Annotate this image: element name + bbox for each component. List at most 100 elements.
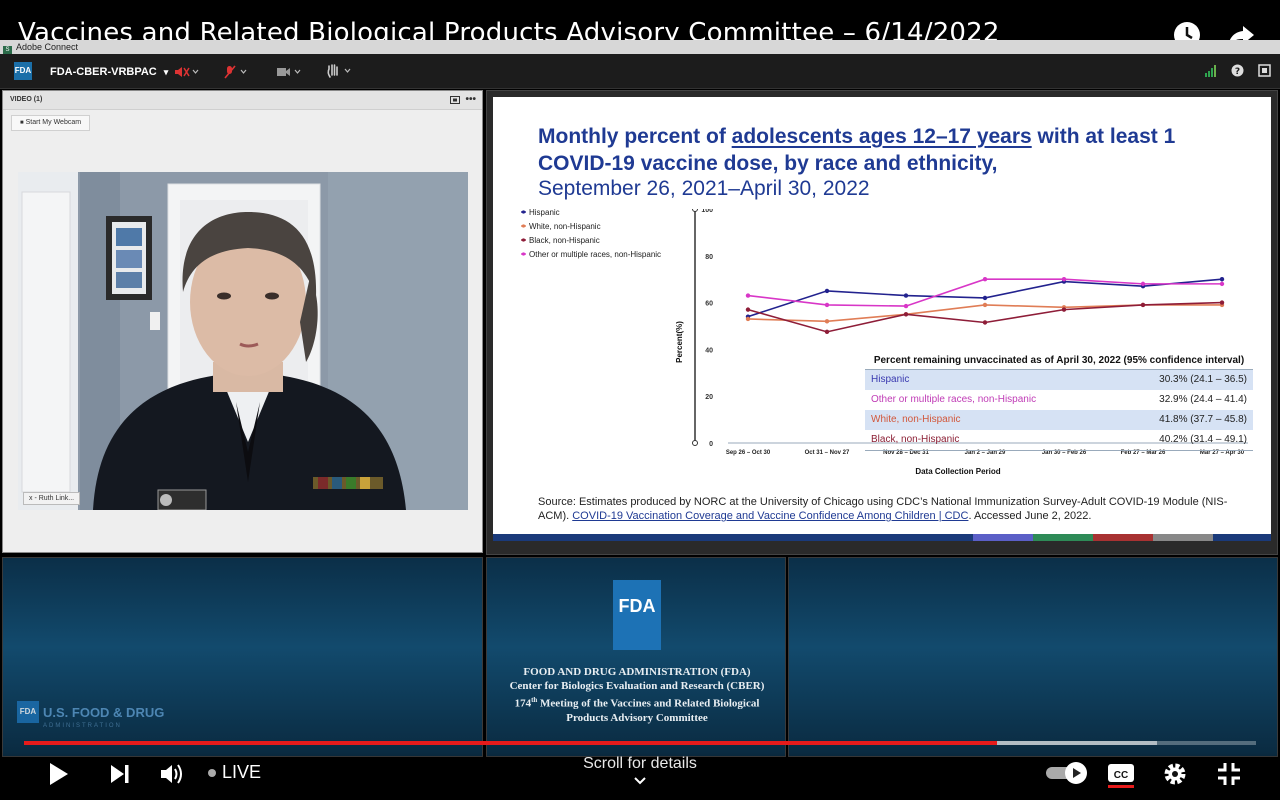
microphone-off-icon[interactable] xyxy=(224,65,252,79)
data-point xyxy=(982,320,988,325)
data-point xyxy=(1140,281,1146,287)
room-name-menu[interactable]: FDA-CBER-VRBPAC ▾ xyxy=(50,66,168,78)
svg-text:?: ? xyxy=(1235,67,1240,77)
fullscreen-pod-icon[interactable] xyxy=(1258,64,1271,77)
legend-marker xyxy=(521,224,526,228)
fda-room-badge: FDA xyxy=(14,62,32,80)
slide-subtitle: September 26, 2021–April 30, 2022 xyxy=(538,177,870,200)
table-row: Hispanic 30.3% (24.1 – 36.5) xyxy=(865,370,1253,390)
table-header: Percent remaining unvaccinated as of Apr… xyxy=(865,352,1253,370)
data-point xyxy=(824,319,830,324)
slide-source-note: Source: Estimates produced by NORC at th… xyxy=(538,496,1228,522)
camera-icon[interactable] xyxy=(276,65,304,79)
legend-entry: White, non-Hispanic xyxy=(529,222,601,231)
y-tick-label: 20 xyxy=(705,394,713,401)
start-webcam-label: Start My Webcam xyxy=(25,119,82,126)
chevron-down-icon: ▾ xyxy=(163,67,169,77)
video-pod-title: VIDEO (1) xyxy=(10,96,43,103)
connection-strength-icon[interactable] xyxy=(1204,64,1218,78)
data-point xyxy=(982,302,988,308)
x-axis-label: Data Collection Period xyxy=(915,467,1000,476)
legend-marker xyxy=(521,210,526,214)
room-name-label: FDA-CBER-VRBPAC xyxy=(50,66,157,78)
table-row: Black, non-Hispanic 40.2% (31.4 – 49.1) xyxy=(865,430,1253,451)
fullscreen-icon[interactable] xyxy=(450,96,460,104)
fda-broadcast-center-panel: FDA FOOD AND DRUG ADMINISTRATION (FDA) C… xyxy=(486,557,786,757)
y-tick-label: 0 xyxy=(709,441,713,448)
slide-footer-bar xyxy=(493,534,1271,541)
settings-gear-icon[interactable] xyxy=(1162,761,1188,787)
webcam-icon: ■ xyxy=(20,120,24,126)
legend-marker xyxy=(521,252,526,256)
legend-marker xyxy=(521,238,526,242)
data-point xyxy=(1219,300,1225,305)
raise-hand-icon[interactable] xyxy=(326,63,354,79)
help-icon[interactable]: ? xyxy=(1231,64,1244,77)
captions-icon[interactable]: CC xyxy=(1106,762,1136,788)
y-axis-cap xyxy=(692,440,698,446)
data-point xyxy=(824,329,830,335)
next-icon[interactable] xyxy=(106,760,134,788)
data-point xyxy=(903,293,909,298)
table-row: Other or multiple races, non-Hispanic 32.… xyxy=(871,394,1247,405)
chart-legend: Hispanic White, non-Hispanic Black, non-Hi… xyxy=(521,209,661,259)
legend-entry: Other or multiple races, non-Hispanic xyxy=(529,250,661,259)
y-tick-label: 80 xyxy=(705,254,713,261)
pod-menu-icon[interactable]: ••• xyxy=(465,91,476,109)
data-point xyxy=(745,316,751,322)
legend-entry: Hispanic xyxy=(529,209,560,217)
video-pod: VIDEO (1) ••• ■ Start My Webcam x - Ruth… xyxy=(2,90,483,553)
y-tick-label: 60 xyxy=(705,301,713,308)
data-point xyxy=(982,277,988,282)
autoplay-toggle[interactable] xyxy=(1044,760,1090,786)
start-webcam-button[interactable]: ■ Start My Webcam xyxy=(11,115,91,131)
scroll-for-details[interactable]: Scroll for details xyxy=(560,755,720,791)
data-point xyxy=(1140,302,1146,308)
fullscreen-icon[interactable] xyxy=(1216,761,1242,787)
data-point xyxy=(1219,277,1225,282)
meeting-info-text: FOOD AND DRUG ADMINISTRATION (FDA) Cente… xyxy=(509,666,765,724)
participant-video-feed xyxy=(18,172,468,510)
cdc-source-link[interactable]: COVID-19 Vaccination Coverage and Vaccin… xyxy=(572,510,968,522)
participant-video[interactable]: x - Ruth Link... xyxy=(18,172,468,510)
y-axis-label: Percent(%) xyxy=(675,321,684,363)
table-row: White, non-Hispanic 41.8% (37.7 – 45.8) xyxy=(865,410,1253,430)
data-point xyxy=(824,302,830,308)
video-pod-header: VIDEO (1) ••• xyxy=(3,91,482,110)
y-axis: 0 20 40 60 80 100 xyxy=(692,209,713,448)
data-point xyxy=(745,307,751,312)
data-point xyxy=(1061,307,1067,312)
progress-played xyxy=(24,741,998,745)
scroll-for-details-label: Scroll for details xyxy=(583,755,697,772)
fda-broadcast-left-panel: FDA U.S. FOOD & DRUG ADMINISTRATION xyxy=(2,557,483,757)
fda-logo: FDA xyxy=(613,580,661,650)
chart-series xyxy=(745,277,1225,335)
fda-wordmark-logo: FDA U.S. FOOD & DRUG ADMINISTRATION xyxy=(17,701,164,729)
unvaccinated-ci-table: Percent remaining unvaccinated as of Apr… xyxy=(865,352,1253,451)
progress-bar[interactable] xyxy=(24,741,1256,745)
presentation-slide: Monthly percent of adolescents ages 12–1… xyxy=(493,97,1271,541)
x-tick-label: Oct 31 – Nov 27 xyxy=(805,450,850,456)
speaker-muted-icon[interactable] xyxy=(174,65,200,79)
data-point xyxy=(903,303,909,309)
y-tick-label: 100 xyxy=(701,209,713,214)
live-badge[interactable]: LIVE xyxy=(222,762,261,783)
chevron-down-icon xyxy=(634,777,646,785)
play-icon[interactable] xyxy=(44,760,72,788)
y-tick-label: 40 xyxy=(705,347,713,354)
adobe-connect-titlebar: S Adobe Connect xyxy=(0,40,1280,55)
window-title: Adobe Connect xyxy=(16,42,79,52)
data-point xyxy=(982,295,988,301)
fda-broadcast-right-panel xyxy=(788,557,1278,757)
x-tick-label: Sep 26 – Oct 30 xyxy=(726,450,771,456)
slide-title: Monthly percent of adolescents ages 12–1… xyxy=(538,125,1176,175)
live-indicator-dot xyxy=(208,769,216,777)
series-line xyxy=(747,304,1222,323)
data-point xyxy=(1219,281,1225,287)
data-point xyxy=(1061,277,1067,282)
data-point xyxy=(903,312,909,317)
share-pod: Monthly percent of adolescents ages 12–1… xyxy=(486,90,1278,555)
y-axis-cap xyxy=(692,209,698,212)
svg-text:CC: CC xyxy=(1114,770,1128,781)
volume-icon[interactable] xyxy=(158,760,186,788)
